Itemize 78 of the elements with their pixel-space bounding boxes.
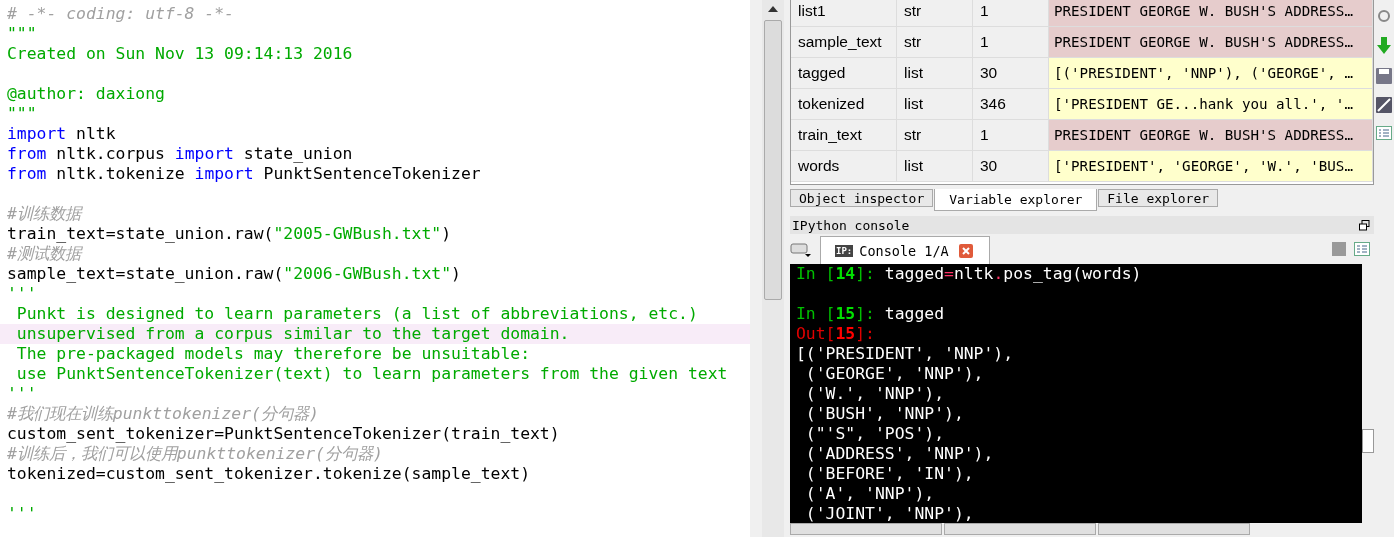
save-icon[interactable] bbox=[1376, 68, 1392, 84]
code-line: #测试数据 bbox=[7, 244, 81, 263]
pane-title: IPython console bbox=[792, 217, 910, 233]
code-line: from nltk.corpus import state_union bbox=[7, 144, 353, 163]
table-cell: PRESIDENT GEORGE W. BUSH'S ADDRESS… bbox=[1049, 27, 1373, 57]
console-line: In [14]: tagged=nltk.pos_tag(words) bbox=[796, 264, 1142, 283]
code-line: import nltk bbox=[7, 124, 116, 143]
undock-icon[interactable] bbox=[1359, 219, 1370, 231]
table-cell: tokenized bbox=[791, 89, 897, 119]
tab[interactable] bbox=[790, 523, 942, 535]
scroll-thumb[interactable] bbox=[764, 20, 782, 300]
code-line: #我们现在训练punkttokenizer(分句器) bbox=[7, 404, 319, 423]
code-line: train_text=state_union.raw("2005-GWBush.txt") bbox=[7, 224, 452, 243]
code-line: Created on Sun Nov 13 09:14:13 2016 bbox=[7, 44, 353, 63]
code-line: use PunktSentenceTokenizer(text) to learn parameters from the given text bbox=[15, 364, 728, 383]
table-cell: list bbox=[897, 58, 973, 88]
code-line: #训练后，我们可以使用punkttokenizer(分句器) bbox=[7, 444, 383, 463]
console-line: ('GEORGE', 'NNP'), bbox=[804, 364, 984, 383]
pane-tab[interactable]: File explorer bbox=[1098, 189, 1219, 207]
table-cell: str bbox=[897, 27, 973, 57]
table-cell: str bbox=[897, 120, 973, 150]
table-cell: list bbox=[897, 89, 973, 119]
console-line: ('ADDRESS', 'NNP'), bbox=[804, 444, 994, 463]
console-line: ("'S", 'POS'), bbox=[804, 424, 945, 443]
console-line: In [15]: tagged bbox=[796, 304, 945, 323]
code-line: @author: daxiong bbox=[7, 84, 165, 103]
table-cell: ['PRESIDENT GE...hank you all.', '… bbox=[1049, 89, 1373, 119]
code-line: from nltk.tokenize import PunktSentenceTokenizer bbox=[7, 164, 481, 183]
code-line: #训练数据 bbox=[7, 204, 81, 223]
table-cell: 1 bbox=[973, 0, 1049, 26]
table-cell: [('PRESIDENT', 'NNP'), ('GEORGE', … bbox=[1049, 58, 1373, 88]
console-tab[interactable]: IP: Console 1/A bbox=[820, 236, 990, 264]
table-cell: PRESIDENT GEORGE W. BUSH'S ADDRESS… bbox=[1049, 0, 1373, 26]
table-cell: 1 bbox=[973, 120, 1049, 150]
code-line: tokenized=custom_sent_tokenizer.tokenize(sample_text) bbox=[7, 464, 530, 483]
code-line: ''' bbox=[7, 504, 37, 523]
code-line: The pre-packaged models may therefore be unsuitable: bbox=[15, 344, 530, 363]
list-icon[interactable] bbox=[1376, 126, 1392, 140]
console-line: ('BUSH', 'NNP'), bbox=[804, 404, 964, 423]
code-line: sample_text=state_union.raw("2006-GWBush.txt") bbox=[7, 264, 461, 283]
tab[interactable] bbox=[1098, 523, 1250, 535]
code-line: """ bbox=[7, 24, 37, 43]
console-line: ('W.', 'NNP'), bbox=[804, 384, 945, 403]
table-cell: words bbox=[791, 151, 897, 181]
table-cell: PRESIDENT GEORGE W. BUSH'S ADDRESS… bbox=[1049, 120, 1373, 150]
pane-tab[interactable]: Object inspector bbox=[790, 189, 934, 207]
scroll-up-icon[interactable] bbox=[768, 6, 778, 12]
code-line: Punkt is designed to learn parameters (a list of abbreviations, etc.) bbox=[15, 304, 698, 323]
table-cell: list bbox=[897, 151, 973, 181]
pane-tab[interactable]: Variable explorer bbox=[934, 189, 1098, 211]
table-cell: 30 bbox=[973, 58, 1049, 88]
tab[interactable] bbox=[944, 523, 1096, 535]
table-cell: tagged bbox=[791, 58, 897, 88]
options-icon[interactable] bbox=[1354, 242, 1370, 256]
download-icon[interactable] bbox=[1376, 37, 1392, 55]
table-cell: 1 bbox=[973, 27, 1049, 57]
code-line: """ bbox=[7, 104, 37, 123]
tab-list-icon[interactable] bbox=[790, 241, 812, 257]
table-cell: list1 bbox=[791, 0, 897, 26]
console-line: Out[15]: bbox=[796, 324, 875, 343]
code-line: unsupervised from a corpus similar to the target domain. bbox=[15, 324, 570, 343]
table-cell: str bbox=[897, 0, 973, 26]
table-cell: train_text bbox=[791, 120, 897, 150]
scrollbar[interactable] bbox=[762, 0, 784, 537]
code-line: ''' bbox=[7, 384, 37, 403]
table-cell: sample_text bbox=[791, 27, 897, 57]
console-line: ('A', 'NNP'), bbox=[804, 484, 935, 503]
console-line: ('JOINT', 'NNP'), bbox=[804, 504, 974, 523]
console-line: ('BEFORE', 'IN'), bbox=[804, 464, 974, 483]
console-line: [('PRESIDENT', 'NNP'), bbox=[796, 344, 1014, 363]
code-line: # -*- coding: utf-8 -*- bbox=[7, 4, 234, 23]
table-cell: 30 bbox=[973, 151, 1049, 181]
table-cell: 346 bbox=[973, 89, 1049, 119]
code-line: ''' bbox=[7, 284, 37, 303]
close-icon[interactable] bbox=[958, 243, 973, 258]
table-cell: ['PRESIDENT', 'GEORGE', 'W.', 'BUS… bbox=[1049, 151, 1373, 181]
code-line: custom_sent_tokenizer=PunktSentenceTokenizer(train_text) bbox=[7, 424, 560, 443]
console-output[interactable] bbox=[790, 264, 1362, 523]
